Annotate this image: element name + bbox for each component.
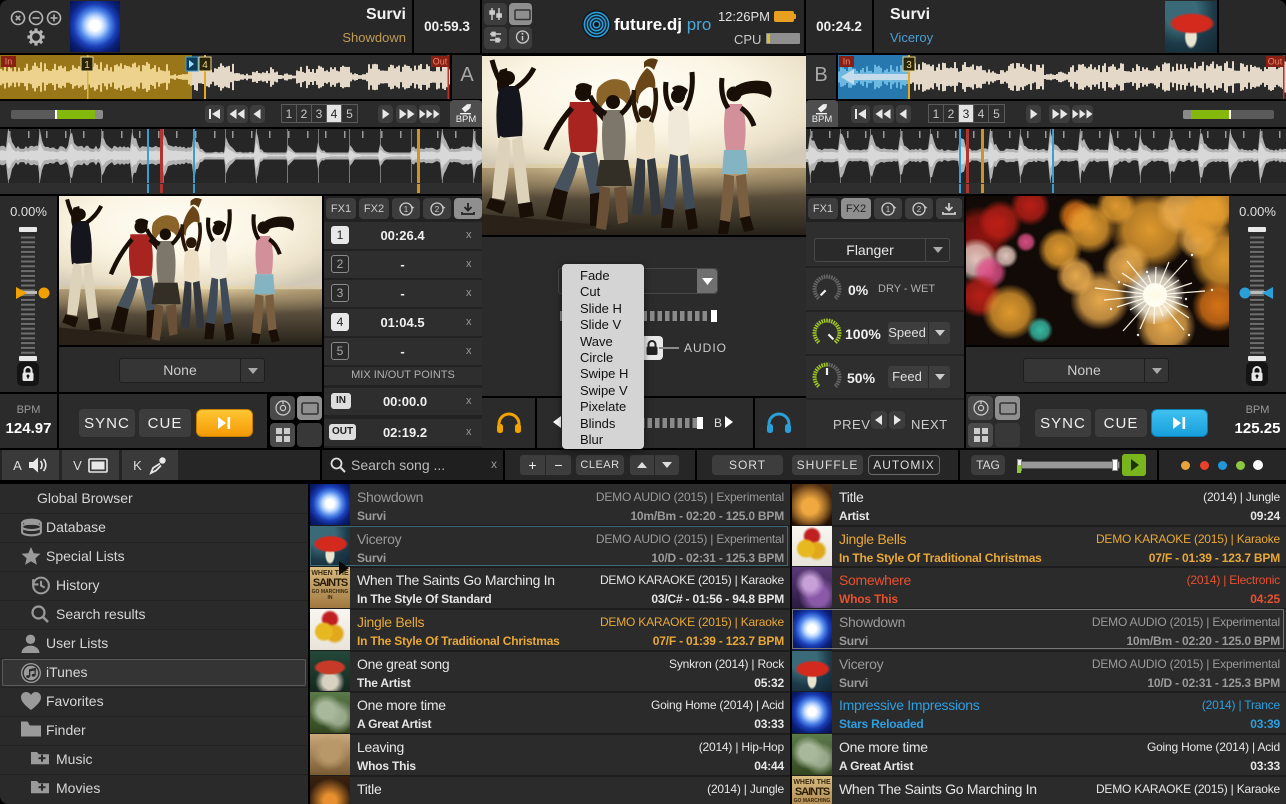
svg-text:In: In xyxy=(5,57,13,67)
svg-text:In: In xyxy=(843,57,851,67)
svg-text:2: 2 xyxy=(435,205,440,214)
svg-text:Out: Out xyxy=(433,57,448,67)
svg-text:1: 1 xyxy=(886,205,891,214)
svg-text:1: 1 xyxy=(404,205,409,214)
svg-text:2: 2 xyxy=(917,205,922,214)
svg-text:4: 4 xyxy=(202,60,208,71)
svg-text:Out: Out xyxy=(1268,57,1283,67)
svg-text:1: 1 xyxy=(84,60,90,71)
svg-text:3: 3 xyxy=(906,60,912,71)
